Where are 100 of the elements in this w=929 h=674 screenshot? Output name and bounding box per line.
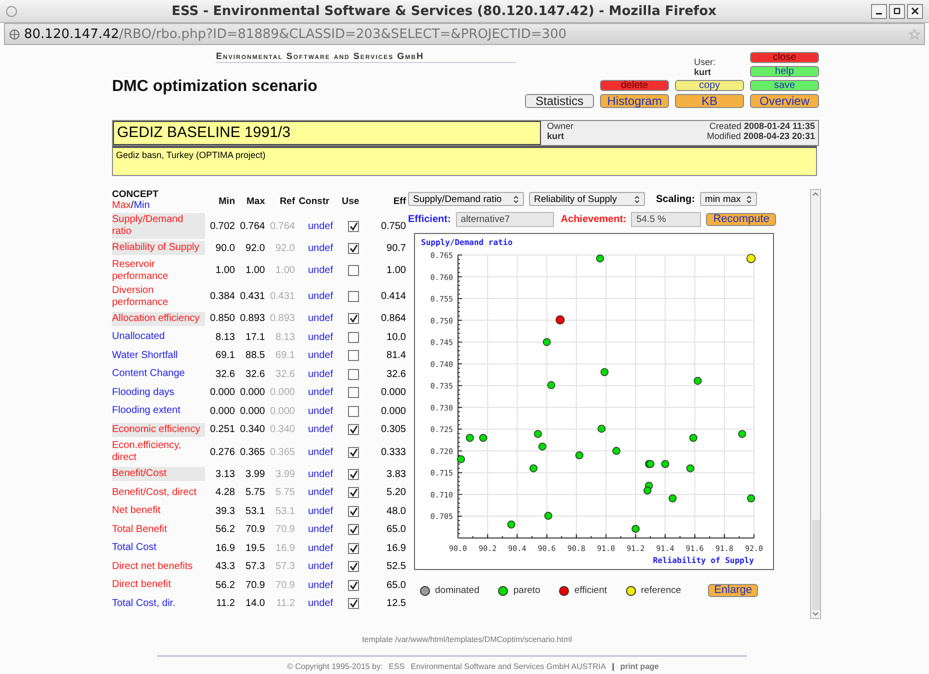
constraint-link[interactable]: undef bbox=[295, 313, 333, 324]
use-checkbox[interactable] bbox=[348, 524, 359, 536]
use-checkbox[interactable] bbox=[348, 506, 359, 517]
constraint-link[interactable]: undef bbox=[295, 598, 333, 610]
maximize-button[interactable] bbox=[889, 4, 905, 18]
constraint-link[interactable]: undef bbox=[295, 468, 333, 480]
use-checkbox[interactable] bbox=[348, 580, 359, 591]
concept-link[interactable]: Total Cost, dir. bbox=[112, 596, 205, 611]
concept-link[interactable]: Content Change bbox=[112, 367, 205, 382]
recompute-button[interactable]: Recompute bbox=[706, 212, 776, 226]
constraint-link[interactable]: undef bbox=[295, 506, 333, 517]
close-button[interactable] bbox=[907, 4, 923, 18]
use-checkbox[interactable] bbox=[348, 387, 359, 398]
concept-link[interactable]: Total Benefit bbox=[112, 522, 205, 537]
use-checkbox[interactable] bbox=[348, 406, 359, 417]
table-cell-text: 0.850 bbox=[208, 313, 235, 324]
use-checkbox[interactable] bbox=[348, 313, 359, 324]
concept-link[interactable]: Net benefit bbox=[112, 504, 205, 518]
achievement-label: Achievement: bbox=[560, 214, 626, 224]
constraint-link[interactable]: undef bbox=[295, 350, 333, 362]
ess-link[interactable]: ESS bbox=[388, 662, 405, 671]
table-cell-text: 81.4 bbox=[386, 350, 406, 362]
action-button[interactable]: copy bbox=[675, 80, 744, 91]
concept-link[interactable]: Water Shortfall bbox=[112, 348, 205, 363]
table-cell-text: 1.00 bbox=[214, 265, 235, 276]
use-checkbox[interactable] bbox=[348, 220, 359, 232]
data-point bbox=[529, 464, 538, 472]
description-field[interactable]: Gediz basn, Turkey (OPTIMA project) bbox=[112, 146, 817, 176]
constraint-link[interactable]: undef bbox=[295, 424, 333, 436]
use-checkbox[interactable] bbox=[348, 242, 359, 254]
concept-link[interactable]: Unallocated bbox=[112, 330, 205, 344]
table-cell-text: 3.99 bbox=[274, 468, 295, 480]
use-checkbox[interactable] bbox=[348, 265, 359, 276]
use-checkbox[interactable] bbox=[348, 424, 359, 436]
action-button[interactable]: save bbox=[750, 80, 819, 91]
constraint-link[interactable]: undef bbox=[295, 406, 333, 417]
scroll-up-icon[interactable] bbox=[811, 190, 820, 198]
y-axis-select[interactable]: Supply/Demand ratio bbox=[408, 192, 524, 206]
constraint-link[interactable]: undef bbox=[295, 542, 333, 554]
enlarge-button[interactable]: Enlarge bbox=[708, 584, 758, 597]
scroll-down-icon[interactable] bbox=[811, 610, 820, 618]
table-cell-text: 0.384 bbox=[208, 291, 235, 302]
concept-link[interactable]: Flooding extent bbox=[112, 404, 205, 418]
constraint-link[interactable]: undef bbox=[295, 487, 333, 498]
session-button[interactable]: help bbox=[750, 66, 819, 77]
address-bar[interactable]: 80.120.147.42/RBO/rbo.php?ID=81889&CLASSID=203&SELECT=&PROJECTID=300 bbox=[4, 23, 925, 45]
achievement-field[interactable]: 54.5 % bbox=[631, 212, 702, 226]
table-cell-text: 11.2 bbox=[275, 598, 295, 610]
use-checkbox[interactable] bbox=[348, 598, 359, 610]
legend-label: pareto bbox=[513, 585, 540, 596]
constraint-link[interactable]: undef bbox=[295, 291, 333, 302]
nav-button[interactable]: Statistics bbox=[525, 94, 594, 108]
nav-button[interactable]: Histogram bbox=[600, 94, 669, 108]
efficient-field[interactable]: alternative7 bbox=[456, 212, 554, 226]
scaling-select[interactable]: min max bbox=[700, 192, 757, 206]
owner-name: kurt bbox=[547, 131, 566, 141]
use-checkbox[interactable] bbox=[348, 468, 359, 480]
use-checkbox[interactable] bbox=[348, 332, 359, 343]
constraint-link[interactable]: undef bbox=[295, 561, 333, 572]
scroll-thumb[interactable] bbox=[812, 520, 820, 610]
use-checkbox[interactable] bbox=[348, 542, 359, 554]
company-link[interactable]: Environmental Software and Services GmbH AUSTRIA bbox=[410, 662, 606, 671]
table-cell-text: 90.7 bbox=[386, 242, 406, 254]
concept-link[interactable]: Reservoir performance bbox=[112, 258, 205, 284]
minimize-button[interactable] bbox=[871, 4, 887, 18]
constraint-link[interactable]: undef bbox=[295, 387, 333, 398]
use-checkbox[interactable] bbox=[348, 368, 359, 380]
table-cell-text: 92.0 bbox=[274, 242, 295, 254]
nav-button[interactable]: KB bbox=[675, 94, 744, 108]
use-checkbox[interactable] bbox=[348, 350, 359, 362]
constraint-link[interactable]: undef bbox=[295, 580, 333, 591]
constraint-link[interactable]: undef bbox=[295, 524, 333, 536]
concept-link[interactable]: Diversion performance bbox=[112, 284, 205, 310]
use-checkbox[interactable] bbox=[348, 291, 359, 302]
x-axis-select[interactable]: Reliability of Supply bbox=[529, 192, 645, 206]
concept-link[interactable]: Direct net benefits bbox=[112, 560, 205, 574]
data-point bbox=[466, 434, 474, 442]
use-checkbox[interactable] bbox=[348, 446, 359, 458]
print-link[interactable]: print page bbox=[620, 662, 659, 671]
constraint-link[interactable]: undef bbox=[295, 368, 333, 380]
data-point bbox=[632, 524, 640, 533]
concept-link[interactable]: Econ.efficiency, direct bbox=[112, 439, 205, 465]
nav-button[interactable]: Overview bbox=[750, 94, 819, 108]
constraint-link[interactable]: undef bbox=[295, 242, 333, 254]
constraint-link[interactable]: undef bbox=[295, 220, 333, 232]
constraint-link[interactable]: undef bbox=[295, 265, 333, 276]
constraint-link[interactable]: undef bbox=[295, 446, 333, 458]
concept-link[interactable]: Flooding days bbox=[112, 386, 205, 400]
use-checkbox[interactable] bbox=[348, 561, 359, 572]
data-point bbox=[668, 494, 677, 502]
concept-link[interactable]: Direct benefit bbox=[112, 578, 205, 592]
constraint-link[interactable]: undef bbox=[295, 332, 333, 343]
data-point bbox=[542, 338, 551, 346]
concept-link[interactable]: Total Cost bbox=[112, 541, 205, 556]
user-name: kurt bbox=[694, 67, 712, 77]
bookmark-star-icon[interactable] bbox=[909, 28, 920, 40]
use-checkbox[interactable] bbox=[348, 487, 359, 498]
scrollbar[interactable] bbox=[810, 189, 822, 619]
data-point bbox=[556, 315, 565, 324]
concept-link[interactable]: Benefit/Cost, direct bbox=[112, 486, 205, 500]
